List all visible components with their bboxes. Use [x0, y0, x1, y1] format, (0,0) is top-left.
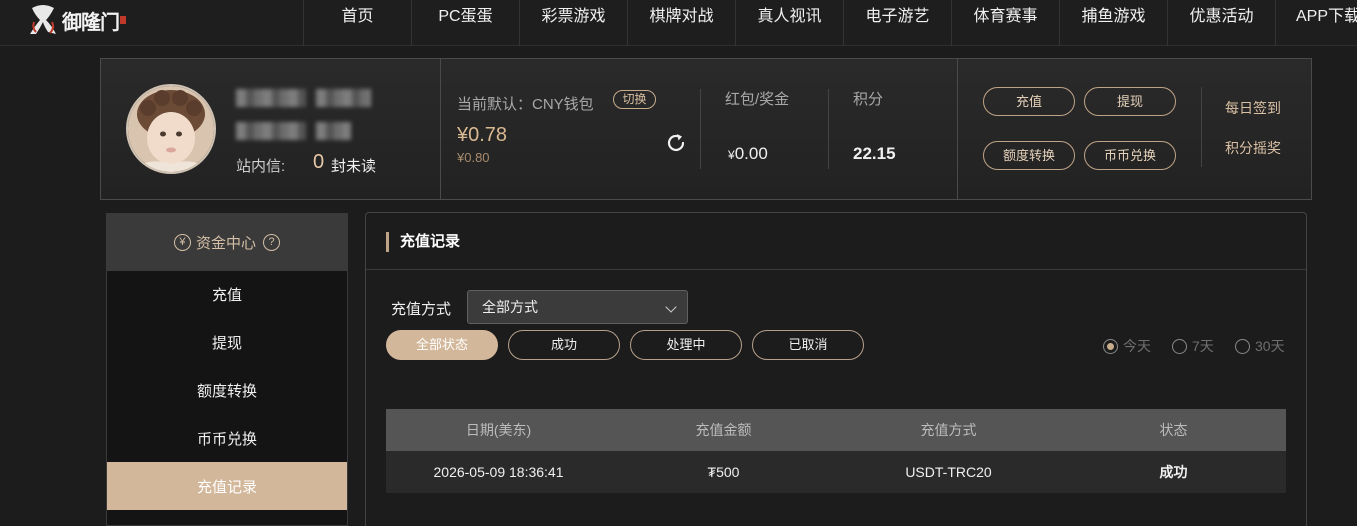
range-30d-label: 30天	[1255, 338, 1285, 354]
hongbao-amount: 0.00	[734, 144, 768, 163]
nav-item-app-download[interactable]: APP下载	[1275, 0, 1357, 46]
sidebar-item-transfer[interactable]: 额度转换	[107, 367, 347, 415]
masked-username	[236, 89, 306, 107]
avatar[interactable]	[126, 84, 216, 174]
sidebar-item-coin-exchange[interactable]: 币币兑换	[107, 414, 347, 462]
method-select-value: 全部方式	[482, 299, 538, 315]
nav-item-sports[interactable]: 体育赛事	[951, 0, 1059, 46]
divider	[440, 59, 441, 199]
nav-item-lottery[interactable]: 彩票游戏	[519, 0, 627, 46]
range-today-radio[interactable]: 今天	[1103, 336, 1151, 356]
column-header-status: 状态	[1159, 422, 1188, 438]
masked-account-part	[316, 122, 351, 140]
balance-sub: ¥0.80	[457, 150, 490, 165]
main-nav: 首页 PC蛋蛋 彩票游戏 棋牌对战 真人视讯 电子游艺 体育赛事 捕鱼游戏 优惠…	[303, 0, 1357, 46]
sidebar-title: 资金中心	[195, 235, 256, 252]
range-today-label: 今天	[1123, 338, 1151, 354]
cell-status: 成功	[1159, 464, 1188, 480]
page-title: 充值记录	[386, 232, 460, 252]
inbox-unit[interactable]: 封未读	[331, 155, 376, 176]
cell-method: USDT-TRC20	[905, 464, 992, 480]
coin-exchange-button[interactable]: 币币兑换	[1084, 141, 1176, 170]
cell-date: 2026-05-09 18:36:41	[433, 464, 564, 480]
wallet-label: 当前默认：CNY钱包	[457, 96, 594, 113]
switch-wallet-button[interactable]: 切换	[613, 90, 656, 109]
nav-item-home[interactable]: 首页	[303, 0, 411, 46]
logo-seal	[120, 16, 126, 24]
daily-checkin-link[interactable]: 每日签到	[1225, 98, 1281, 118]
sidebar-item-withdraw[interactable]: 提现	[107, 319, 347, 367]
cell-amount: ₮500	[707, 464, 740, 480]
records-table: 日期(美东) 充值金额 充值方式 状态 2026-05-09 18:36:41 …	[386, 409, 1286, 493]
masked-username-part	[316, 89, 371, 107]
points-value: 22.15	[853, 144, 896, 163]
points-label: 积分	[853, 91, 884, 108]
column-header-amount: 充值金额	[695, 422, 752, 438]
nav-item-pc-egg[interactable]: PC蛋蛋	[411, 0, 519, 46]
balance-main: ¥0.78	[457, 124, 508, 146]
sidebar-item-deposit-records[interactable]: 充值记录	[107, 462, 347, 510]
hongbao-value: ¥0.00	[728, 144, 768, 164]
range-30d-radio[interactable]: 30天	[1235, 336, 1285, 356]
sidebar-item-deposit[interactable]: 充值	[107, 271, 347, 319]
filter-processing[interactable]: 处理中	[630, 330, 742, 360]
inbox-label: 站内信:	[236, 158, 286, 175]
divider	[700, 89, 701, 169]
fund-center-sidebar: ¥ 资金中心 ? 充值 提现 额度转换 币币兑换 充值记录	[106, 213, 348, 526]
chevron-down-icon	[665, 301, 677, 313]
range-7d-label: 7天	[1192, 338, 1214, 354]
avatar-image	[128, 86, 214, 172]
table-header: 日期(美东) 充值金额 充值方式 状态	[386, 409, 1286, 451]
divider	[1201, 87, 1202, 167]
nav-item-chess-cards[interactable]: 棋牌对战	[627, 0, 735, 46]
method-select[interactable]: 全部方式	[467, 290, 688, 324]
sidebar-header: ¥ 资金中心 ?	[107, 214, 347, 271]
top-nav-bar: 御隆门 首页 PC蛋蛋 彩票游戏 棋牌对战 真人视讯 电子游艺 体育赛事 捕鱼游…	[0, 0, 1357, 46]
points-lottery-link[interactable]: 积分摇奖	[1225, 138, 1281, 158]
refresh-icon[interactable]	[664, 131, 688, 155]
divider	[957, 59, 958, 199]
deposit-records-panel: 充值记录 充值方式 全部方式 全部状态 成功 处理中 已取消 今天 7天 30天…	[365, 212, 1307, 526]
filter-success[interactable]: 成功	[508, 330, 620, 360]
column-header-method: 充值方式	[920, 422, 977, 438]
divider	[828, 89, 829, 169]
inbox-count[interactable]: 0	[313, 151, 324, 174]
hongbao-currency: ¥	[728, 148, 735, 162]
nav-item-promotions[interactable]: 优惠活动	[1167, 0, 1275, 46]
table-row[interactable]: 2026-05-09 18:36:41 ₮500 USDT-TRC20 成功	[386, 451, 1286, 493]
divider	[366, 269, 1306, 270]
help-icon[interactable]: ?	[263, 234, 280, 251]
nav-item-live-casino[interactable]: 真人视讯	[735, 0, 843, 46]
nav-item-slots[interactable]: 电子游艺	[843, 0, 951, 46]
logo-text: 御隆门	[62, 9, 120, 34]
withdraw-button[interactable]: 提现	[1084, 87, 1176, 116]
masked-account	[236, 122, 306, 140]
profile-panel: 站内信: 0 封未读 当前默认：CNY钱包 切换 ¥0.78 ¥0.80 红包/…	[100, 58, 1312, 200]
logo-mark-icon	[30, 5, 56, 34]
deposit-button[interactable]: 充值	[983, 87, 1075, 116]
range-7d-radio[interactable]: 7天	[1172, 336, 1214, 356]
method-label: 充值方式	[391, 301, 452, 318]
radio-dot	[1235, 338, 1250, 354]
transfer-button[interactable]: 额度转换	[983, 141, 1075, 170]
site-logo[interactable]: 御隆门	[26, 0, 126, 40]
nav-item-fishing[interactable]: 捕鱼游戏	[1059, 0, 1167, 46]
filter-all-status[interactable]: 全部状态	[386, 330, 498, 360]
column-header-date: 日期(美东)	[465, 422, 532, 438]
hongbao-label: 红包/奖金	[725, 91, 790, 108]
filter-cancelled[interactable]: 已取消	[752, 330, 864, 360]
radio-dot	[1103, 338, 1118, 354]
coin-icon: ¥	[173, 234, 191, 251]
radio-dot	[1172, 338, 1187, 354]
